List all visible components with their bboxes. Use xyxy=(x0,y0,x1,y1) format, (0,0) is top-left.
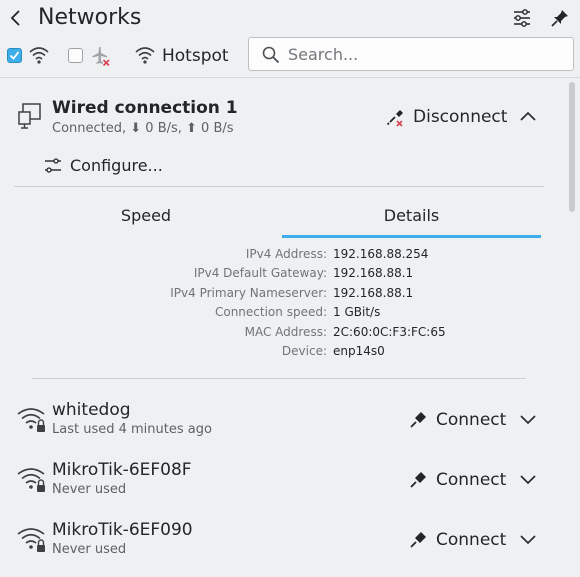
chevron-down-icon xyxy=(520,535,536,545)
divider xyxy=(32,378,526,379)
detail-value: 1 GBit/s xyxy=(333,305,381,319)
network-item[interactable]: MikroTik-6EF08F Never used Connect xyxy=(0,453,566,509)
detail-key: IPv4 Default Gateway: xyxy=(193,266,327,280)
active-tab-indicator xyxy=(282,235,541,238)
detail-value: 192.168.88.1 xyxy=(333,266,414,280)
detail-key: Device: xyxy=(281,344,327,358)
chevron-up-icon xyxy=(520,111,536,121)
search-icon xyxy=(262,46,280,64)
tab-speed[interactable]: Speed xyxy=(14,206,278,226)
detail-key: Connection speed: xyxy=(214,305,327,319)
network-last-used: Last used 4 minutes ago xyxy=(52,422,212,437)
wifi-secured-icon xyxy=(16,405,48,433)
network-item[interactable]: whitedog Last used 4 minutes ago Connect xyxy=(0,393,566,449)
configure-label: Configure... xyxy=(70,156,163,175)
network-name: MikroTik-6EF090 xyxy=(52,520,193,540)
expand-button[interactable] xyxy=(518,412,538,428)
connect-plug-icon xyxy=(410,532,426,548)
hotspot-icon xyxy=(134,45,156,65)
expand-button[interactable] xyxy=(518,532,538,548)
connection-list: Wired connection 1 Connected, ⬇ 0 B/s, ⬆… xyxy=(0,78,566,577)
scrollbar[interactable] xyxy=(566,78,580,577)
connect-button[interactable]: Connect xyxy=(408,529,508,551)
wired-connection-status: Connected, ⬇ 0 B/s, ⬆ 0 B/s xyxy=(52,121,234,136)
detail-value: 192.168.88.1 xyxy=(333,286,414,300)
wifi-icon xyxy=(28,45,50,65)
divider xyxy=(14,186,544,187)
connect-plug-icon xyxy=(410,472,426,488)
network-name: whitedog xyxy=(52,400,131,420)
wired-connection-name: Wired connection 1 xyxy=(52,98,238,118)
search-input[interactable]: Search... xyxy=(248,37,574,71)
chevron-down-icon xyxy=(520,415,536,425)
disconnect-icon xyxy=(386,110,403,127)
connect-button[interactable]: Connect xyxy=(408,469,508,491)
configure-connection-button[interactable]: Configure... xyxy=(44,155,204,177)
disconnect-button[interactable]: Disconnect xyxy=(386,106,508,128)
tab-details[interactable]: Details xyxy=(282,206,541,226)
connect-label: Connect xyxy=(436,470,507,490)
detail-key: MAC Address: xyxy=(244,325,327,339)
pin-icon xyxy=(551,10,568,27)
check-icon xyxy=(9,51,20,60)
sliders-icon xyxy=(514,9,530,27)
airplane-mode-checkbox[interactable] xyxy=(68,48,83,63)
disconnect-label: Disconnect xyxy=(413,107,508,127)
configure-network-settings-button[interactable] xyxy=(512,8,532,28)
detail-value: 2C:60:0C:F3:FC:65 xyxy=(333,325,446,339)
settings-sliders-icon xyxy=(45,158,61,173)
connect-label: Connect xyxy=(436,530,507,550)
chevron-left-icon xyxy=(10,10,20,26)
connect-plug-icon xyxy=(410,412,426,428)
pin-button[interactable] xyxy=(550,8,570,28)
wired-connection-item[interactable]: Wired connection 1 Connected, ⬇ 0 B/s, ⬆… xyxy=(0,78,566,379)
wifi-secured-icon xyxy=(16,465,48,493)
connect-label: Connect xyxy=(436,410,507,430)
chevron-down-icon xyxy=(520,475,536,485)
connect-button[interactable]: Connect xyxy=(408,409,508,431)
detail-value: enp14s0 xyxy=(333,344,385,358)
detail-key: IPv4 Primary Nameserver: xyxy=(170,286,327,300)
back-button[interactable] xyxy=(8,8,24,28)
wireless-enabled-checkbox[interactable] xyxy=(7,48,22,63)
network-item[interactable]: MikroTik-6EF090 Never used Connect xyxy=(0,513,566,569)
network-last-used: Never used xyxy=(52,482,127,497)
expand-button[interactable] xyxy=(518,472,538,488)
wifi-secured-icon xyxy=(16,525,48,553)
search-placeholder: Search... xyxy=(288,45,359,64)
network-last-used: Never used xyxy=(52,542,127,557)
wired-network-icon xyxy=(16,102,42,130)
page-title: Networks xyxy=(38,5,142,30)
detail-key: IPv4 Address: xyxy=(245,247,327,261)
network-name: MikroTik-6EF08F xyxy=(52,460,192,480)
hotspot-button[interactable]: Hotspot xyxy=(162,46,229,66)
detail-value: 192.168.88.254 xyxy=(333,247,429,261)
collapse-button[interactable] xyxy=(518,108,538,124)
airplane-mode-icon xyxy=(90,45,112,67)
scrollbar-thumb[interactable] xyxy=(569,82,575,212)
